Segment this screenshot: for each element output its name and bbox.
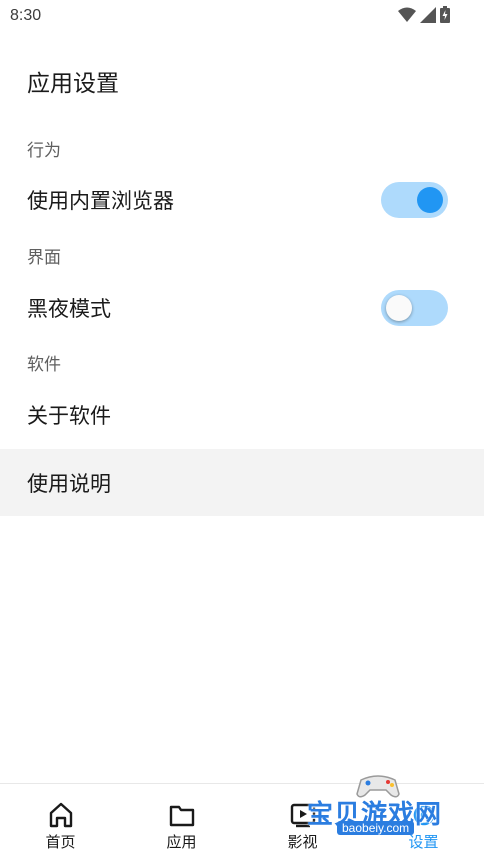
nav-label-home: 首页 (45, 833, 76, 851)
setting-label-instructions: 使用说明 (27, 471, 111, 496)
watermark-url: baobeiy.com (337, 821, 415, 835)
section-header-behavior: 行为 (27, 141, 61, 161)
nav-item-apps[interactable]: 应用 (121, 784, 242, 860)
toggle-thumb (417, 187, 443, 213)
page-title: 应用设置 (27, 71, 119, 97)
wifi-icon (398, 7, 416, 22)
toggle-thumb (386, 295, 412, 321)
cell-signal-icon (420, 6, 436, 23)
home-icon (49, 802, 72, 828)
setting-label-dark-mode: 黑夜模式 (27, 297, 111, 321)
dark-mode-toggle[interactable] (381, 290, 448, 326)
battery-icon (440, 6, 450, 23)
setting-row-builtin-browser[interactable]: 使用内置浏览器 (0, 167, 484, 233)
setting-row-about[interactable]: 关于软件 (0, 382, 484, 448)
status-time: 8:30 (10, 7, 42, 24)
status-icons (398, 6, 450, 23)
setting-label-builtin-browser: 使用内置浏览器 (27, 189, 174, 213)
section-header-interface: 界面 (27, 248, 61, 268)
section-header-software: 软件 (27, 355, 61, 375)
nav-label-apps: 应用 (166, 833, 197, 851)
setting-row-instructions[interactable]: 使用说明 (0, 449, 484, 516)
setting-row-dark-mode[interactable]: 黑夜模式 (0, 275, 484, 341)
setting-label-about: 关于软件 (27, 404, 111, 428)
watermark-logo: 宝贝游戏网 baobeiy.com (305, 770, 455, 855)
folder-icon (169, 805, 194, 827)
nav-item-home[interactable]: 首页 (0, 784, 121, 860)
builtin-browser-toggle[interactable] (381, 182, 448, 218)
status-bar: 8:30 (0, 0, 484, 32)
